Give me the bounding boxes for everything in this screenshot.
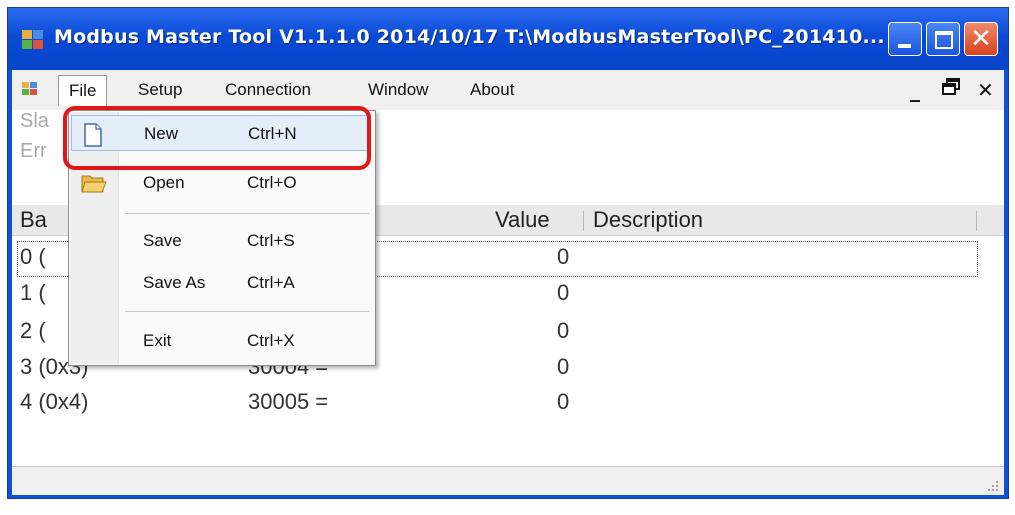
close-button[interactable]: ✕: [964, 22, 998, 56]
menu-item-open[interactable]: Open Ctrl+O: [71, 165, 371, 201]
cell-base: 4 (0x4): [20, 389, 89, 414]
column-separator[interactable]: [583, 211, 584, 231]
menu-item-save[interactable]: Save Ctrl+S: [71, 223, 371, 259]
minimize-icon: [898, 44, 911, 48]
header-value[interactable]: Value: [495, 207, 550, 233]
header-base[interactable]: Ba: [20, 207, 47, 233]
maximize-button[interactable]: [926, 22, 960, 56]
table-row[interactable]: 4 (0x4) 30005 = 0: [12, 385, 1004, 423]
cell-value: 0: [557, 389, 570, 414]
app-window: Modbus Master Tool V1.1.1.0 2014/10/17 T…: [7, 7, 1009, 499]
slave-status: Sla: [20, 110, 49, 132]
menu-item-exit[interactable]: Exit Ctrl+X: [71, 323, 371, 359]
menu-about[interactable]: About: [460, 75, 524, 105]
file-menu-dropdown: New Ctrl+N Open Ctrl+O Save Ctrl+S Save …: [68, 110, 376, 366]
cell-base: 2 (: [20, 318, 46, 343]
menu-item-new[interactable]: New Ctrl+N: [71, 115, 371, 151]
menu-item-shortcut: Ctrl+S: [247, 231, 295, 250]
menu-item-save-as[interactable]: Save As Ctrl+A: [71, 265, 371, 301]
mdi-close-icon[interactable]: ✕: [977, 78, 994, 102]
mdi-child-icon[interactable]: [22, 82, 38, 97]
cell-value: 0: [557, 244, 570, 269]
cell-value: 0: [557, 280, 570, 305]
open-folder-icon: [81, 172, 107, 194]
menu-bar: File Setup Connection Window About _ ✕: [12, 70, 1004, 111]
menu-separator: [125, 213, 369, 214]
menu-file[interactable]: File: [58, 75, 108, 106]
menu-item-shortcut: Ctrl+O: [247, 173, 297, 192]
menu-separator: [125, 311, 369, 312]
column-separator[interactable]: [976, 211, 977, 231]
mdi-minimize-icon[interactable]: _: [910, 78, 920, 102]
cell-value: 0: [557, 354, 570, 379]
menu-item-label: New: [144, 124, 179, 143]
menu-item-label: Exit: [143, 331, 172, 350]
status-bar: [12, 466, 1004, 495]
menu-item-shortcut: Ctrl+X: [247, 331, 295, 350]
resize-grip-icon[interactable]: [986, 479, 998, 491]
cell-base: 0 (: [20, 244, 46, 269]
menu-item-label: Save: [143, 231, 182, 250]
app-icon[interactable]: [22, 30, 44, 50]
menu-window[interactable]: Window: [358, 75, 438, 105]
menu-item-label: Open: [143, 173, 185, 192]
header-description[interactable]: Description: [593, 207, 703, 233]
window-title: Modbus Master Tool V1.1.1.0 2014/10/17 T…: [54, 26, 885, 48]
menu-item-shortcut: Ctrl+A: [247, 273, 295, 292]
cell-address: 30005 =: [248, 389, 329, 414]
minimize-button[interactable]: [888, 22, 922, 56]
error-status: Err: [20, 140, 47, 162]
close-icon: ✕: [970, 24, 992, 54]
cell-base: 1 (: [20, 280, 46, 305]
maximize-icon: [935, 31, 953, 49]
new-file-icon: [82, 123, 104, 147]
menu-item-label: Save As: [143, 273, 206, 292]
title-bar[interactable]: Modbus Master Tool V1.1.1.0 2014/10/17 T…: [8, 8, 1008, 70]
menu-item-shortcut: Ctrl+N: [248, 124, 297, 143]
mdi-restore-icon[interactable]: [942, 78, 960, 101]
menu-setup[interactable]: Setup: [128, 75, 192, 105]
cell-value: 0: [557, 318, 570, 343]
menu-connection[interactable]: Connection: [215, 75, 321, 105]
